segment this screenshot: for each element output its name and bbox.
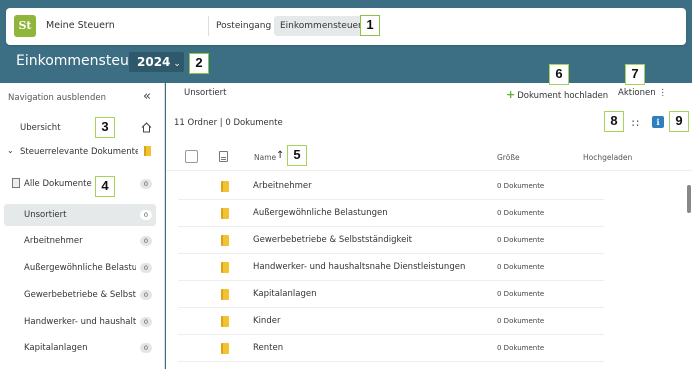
plus-icon: + <box>506 88 516 101</box>
folder-icon <box>221 208 229 219</box>
row-name: Arbeitnehmer <box>253 181 312 191</box>
sidebar-item-label: Gewerbebetriebe & Selbsts... <box>24 290 136 300</box>
folder-document-count: 11 Ordner | 0 Dokumente <box>174 118 283 128</box>
sidebar-item-belastungen[interactable]: Außergewöhnliche Belastu... 0 <box>0 257 165 279</box>
year-selector[interactable]: 2024 ⌄ <box>129 52 184 72</box>
folder-icon <box>221 289 229 300</box>
sidebar-item-handwerker[interactable]: Handwerker- und haushalt... 0 <box>0 311 165 333</box>
sidebar-item-gewerbebetriebe[interactable]: Gewerbebetriebe & Selbsts... 0 <box>0 284 165 306</box>
table-row[interactable]: Außergewöhnliche Belastungen 0 Dokumente <box>178 200 604 227</box>
row-name: Renten <box>253 343 284 353</box>
sidebar-item-arbeitnehmer[interactable]: Arbeitnehmer 0 <box>0 230 165 252</box>
row-size: 0 Dokumente <box>497 290 545 298</box>
chevron-down-icon: ⌄ <box>173 59 181 69</box>
page-title: Einkommensteuer <box>16 53 144 69</box>
count-badge: 0 <box>140 263 152 273</box>
table-row[interactable]: Gewerbebetriebe & Selbstständigkeit 0 Do… <box>178 227 604 254</box>
count-badge: 0 <box>140 290 152 300</box>
select-all-checkbox[interactable] <box>185 150 198 163</box>
folder-icon <box>221 343 229 354</box>
info-icon[interactable]: i <box>652 116 664 128</box>
row-size: 0 Dokumente <box>497 344 545 352</box>
table-row[interactable]: Arbeitnehmer 0 Dokumente <box>178 173 604 200</box>
row-name: Kapitalanlagen <box>253 289 317 299</box>
row-name: Kinder <box>253 316 281 326</box>
count-badge: 0 <box>140 179 152 189</box>
table-row[interactable]: Renten 0 Dokumente <box>178 335 604 362</box>
count-badge: 0 <box>140 210 152 220</box>
sidebar-item-label: Kapitalanlagen <box>24 343 88 353</box>
row-name: Gewerbebetriebe & Selbstständigkeit <box>253 235 413 245</box>
upload-label: Dokument hochladen <box>517 91 609 101</box>
count-badge: 0 <box>140 236 152 246</box>
actions-menu-button[interactable]: Aktionen ⋮ <box>618 88 667 98</box>
scrollbar[interactable] <box>687 185 691 213</box>
sidebar-item-kapitalanlagen[interactable]: Kapitalanlagen 0 <box>0 337 165 359</box>
grid-view-icon[interactable]: ∷ <box>632 117 639 130</box>
folder-icon <box>221 235 229 246</box>
upload-document-button[interactable]: + Dokument hochladen <box>506 88 608 101</box>
tab-posteingang[interactable]: Posteingang <box>210 16 277 36</box>
breadcrumb: Unsortiert <box>184 88 227 98</box>
row-size: 0 Dokumente <box>497 236 545 244</box>
row-size: 0 Dokumente <box>497 182 545 190</box>
sidebar-item-label: Übersicht <box>20 123 61 133</box>
row-size: 0 Dokumente <box>497 209 545 217</box>
sidebar: Navigation ausblenden « Übersicht ⌄ Steu… <box>0 83 165 369</box>
sidebar-item-all-docs[interactable]: Alle Dokumente 0 <box>0 173 165 195</box>
count-badge: 0 <box>140 317 152 327</box>
tab-einkommensteuer[interactable]: Einkommensteuer <box>274 16 368 36</box>
folder-icon <box>221 316 229 327</box>
row-name: Außergewöhnliche Belastungen <box>253 208 388 218</box>
row-size: 0 Dokumente <box>497 317 545 325</box>
app-name-link[interactable]: Meine Steuern <box>46 20 115 31</box>
callout-7: 7 <box>625 64 645 85</box>
folder-icon <box>221 181 229 192</box>
documents-icon <box>12 178 20 188</box>
sidebar-item-label: Handwerker- und haushalt... <box>24 317 136 327</box>
sidebar-item-overview[interactable]: Übersicht <box>0 117 165 139</box>
callout-9: 9 <box>669 111 689 132</box>
table-row[interactable]: Handwerker- und haushaltsnahe Dienstleis… <box>178 254 604 281</box>
callout-1: 1 <box>360 15 380 36</box>
app-logo[interactable]: St <box>14 15 36 37</box>
document-type-icon <box>219 151 228 162</box>
sidebar-item-label: Steuerrelevante Dokumente <box>20 147 138 157</box>
sidebar-item-label: Unsortiert <box>24 210 67 220</box>
home-icon <box>141 122 152 133</box>
hide-navigation-link[interactable]: Navigation ausblenden <box>8 93 106 103</box>
sidebar-item-relevant-docs[interactable]: ⌄ Steuerrelevante Dokumente <box>0 141 165 163</box>
callout-3: 3 <box>95 117 115 138</box>
table-header: Name ↑ Größe Hochgeladen <box>166 143 692 171</box>
table-row[interactable]: Kapitalanlagen 0 Dokumente <box>178 281 604 308</box>
row-name: Handwerker- und haushaltsnahe Dienstleis… <box>253 262 466 272</box>
top-bar: St Meine Steuern Posteingang Einkommenst… <box>6 8 686 45</box>
callout-6: 6 <box>549 64 569 85</box>
folder-icon <box>144 146 151 156</box>
count-badge: 0 <box>140 343 152 353</box>
folder-icon <box>221 262 229 273</box>
sidebar-item-label: Arbeitnehmer <box>24 236 83 246</box>
sidebar-item-label: Alle Dokumente <box>24 179 92 189</box>
sort-arrow-icon[interactable]: ↑ <box>276 150 284 161</box>
sidebar-item-unsortiert[interactable]: Unsortiert 0 <box>4 204 156 226</box>
sidebar-item-label: Außergewöhnliche Belastu... <box>24 263 136 273</box>
column-header-name[interactable]: Name <box>254 153 276 162</box>
callout-5: 5 <box>287 145 307 166</box>
callout-2: 2 <box>189 53 209 74</box>
callout-8: 8 <box>604 111 624 132</box>
row-size: 0 Dokumente <box>497 263 545 271</box>
chevron-down-icon: ⌄ <box>7 146 14 155</box>
column-header-size[interactable]: Größe <box>497 153 520 162</box>
table-row[interactable]: Kinder 0 Dokumente <box>178 308 604 335</box>
callout-4: 4 <box>95 176 115 197</box>
year-value: 2024 <box>137 55 171 69</box>
collapse-sidebar-icon[interactable]: « <box>143 89 151 104</box>
divider <box>208 16 209 36</box>
column-header-uploaded[interactable]: Hochgeladen <box>583 153 632 162</box>
